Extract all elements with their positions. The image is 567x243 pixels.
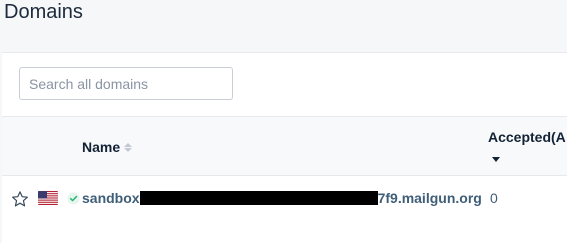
- search-input[interactable]: [19, 67, 233, 100]
- verified-check-icon: [67, 192, 80, 205]
- column-header-accepted-label: Accepted(A: [488, 129, 566, 145]
- column-header-name[interactable]: Name: [82, 137, 133, 157]
- accepted-count: 0: [490, 190, 498, 206]
- table-row: sandbox 7f9.mailgun.org 0: [2, 177, 567, 223]
- redaction-bar: [139, 191, 378, 205]
- us-flag-icon: [38, 191, 58, 205]
- domain-name-suffix: 7f9.mailgun.org: [377, 190, 482, 206]
- table-header: Name Accepted(A: [2, 116, 567, 176]
- domain-name-link[interactable]: sandbox 7f9.mailgun.org: [82, 189, 482, 207]
- star-icon[interactable]: [11, 190, 29, 208]
- column-header-accepted[interactable]: Accepted(A: [488, 127, 566, 147]
- page-title: Domains: [4, 1, 83, 23]
- domains-card: Name Accepted(A: [2, 52, 567, 243]
- column-header-name-label: Name: [82, 139, 121, 155]
- domain-name-prefix: sandbox: [82, 190, 140, 206]
- sort-descending-icon: [492, 157, 500, 162]
- sort-icon: [124, 142, 133, 152]
